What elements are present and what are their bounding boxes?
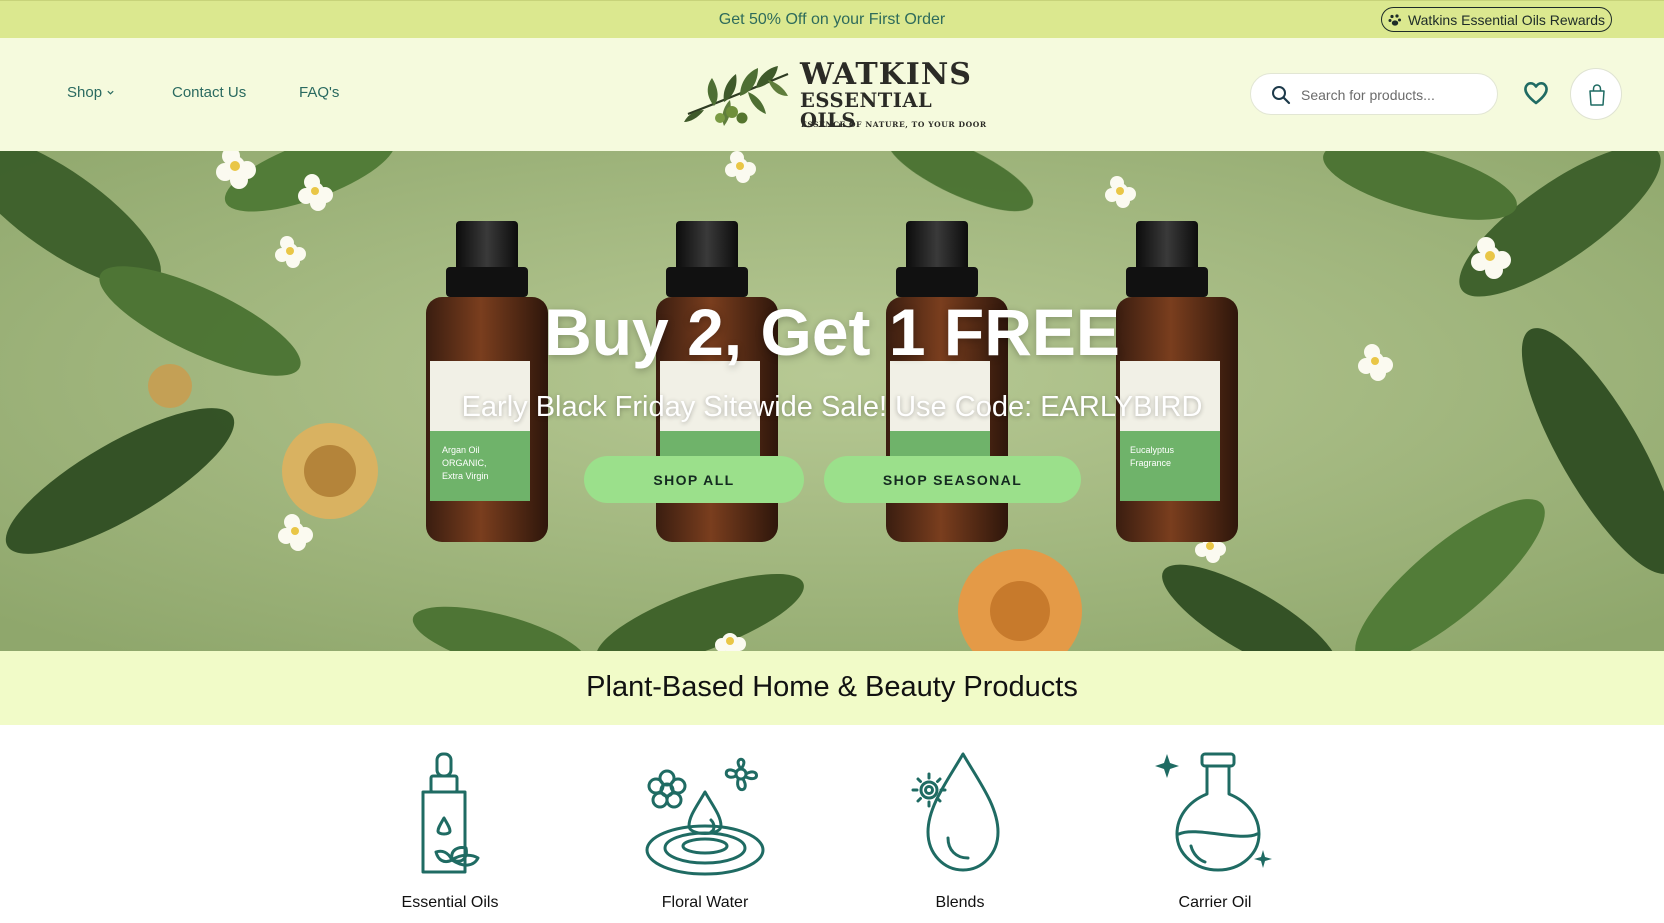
hero-subtitle: Early Black Friday Sitewide Sale! Use Co… bbox=[461, 391, 1203, 423]
svg-text:ORGANIC,: ORGANIC, bbox=[442, 458, 487, 468]
chevron-down-icon bbox=[107, 90, 114, 95]
shopping-bag-icon bbox=[1589, 84, 1605, 106]
category-band: Plant-Based Home & Beauty Products bbox=[0, 651, 1664, 725]
rewards-label: Watkins Essential Oils Rewards bbox=[1407, 11, 1606, 28]
search-box[interactable] bbox=[1250, 73, 1498, 115]
nav-shop[interactable]: Shop bbox=[67, 84, 115, 101]
category-blends[interactable]: Blends bbox=[875, 750, 1045, 920]
wishlist-button[interactable] bbox=[1521, 78, 1551, 108]
nav-contact-us[interactable]: Contact Us bbox=[172, 84, 246, 101]
bottle-label-1: Argan Oil bbox=[442, 445, 480, 455]
search-input[interactable] bbox=[1301, 84, 1486, 106]
shop-seasonal-button[interactable]: SHOP SEASONAL bbox=[824, 456, 1081, 503]
svg-text:Fragrance: Fragrance bbox=[1130, 458, 1171, 468]
category-label: Blends bbox=[935, 894, 985, 911]
site-logo[interactable]: WATKINS ESSENTIAL OILS ESSENCE OF NATURE… bbox=[684, 56, 987, 136]
category-label: Floral Water bbox=[661, 894, 749, 911]
site-header: Shop Contact Us FAQ's WATKINS ESSENTIAL … bbox=[0, 38, 1664, 151]
bottle-label-4: Eucalyptus bbox=[1130, 445, 1175, 455]
floral-water-icon bbox=[645, 757, 765, 876]
shop-all-button[interactable]: SHOP ALL bbox=[584, 456, 804, 503]
announcement-bar: Get 50% Off on your First Order Watkins … bbox=[0, 0, 1664, 38]
svg-text:Extra Virgin: Extra Virgin bbox=[442, 471, 488, 481]
logo-line1: WATKINS bbox=[800, 57, 972, 92]
olive-branch-icon bbox=[684, 66, 789, 126]
dropper-bottle-icon bbox=[421, 752, 480, 874]
cart-button[interactable] bbox=[1570, 68, 1622, 120]
category-floral-water[interactable]: Floral Water bbox=[620, 750, 790, 920]
category-essential-oils[interactable]: Essential Oils bbox=[365, 750, 535, 920]
category-label: Carrier Oil bbox=[1178, 894, 1252, 911]
hero-title: Buy 2, Get 1 FREE bbox=[544, 295, 1120, 369]
rewards-button[interactable]: Watkins Essential Oils Rewards bbox=[1381, 7, 1612, 32]
search-icon bbox=[1272, 86, 1291, 105]
hero-banner: Argan Oil ORGANIC, Extra Virgin Eucalypt… bbox=[0, 151, 1664, 651]
category-carrier-oil[interactable]: Carrier Oil bbox=[1130, 750, 1300, 920]
nav-faq[interactable]: FAQ's bbox=[299, 84, 339, 101]
flask-icon bbox=[1155, 752, 1272, 872]
logo-tagline: ESSENCE OF NATURE, TO YOUR DOOR bbox=[801, 120, 987, 129]
category-label: Essential Oils bbox=[401, 894, 499, 911]
paw-icon bbox=[1388, 13, 1401, 26]
drop-flower-icon bbox=[911, 752, 1000, 872]
heart-icon bbox=[1524, 82, 1548, 105]
nav-shop-label: Shop bbox=[67, 84, 103, 101]
category-heading: Plant-Based Home & Beauty Products bbox=[586, 671, 1078, 703]
